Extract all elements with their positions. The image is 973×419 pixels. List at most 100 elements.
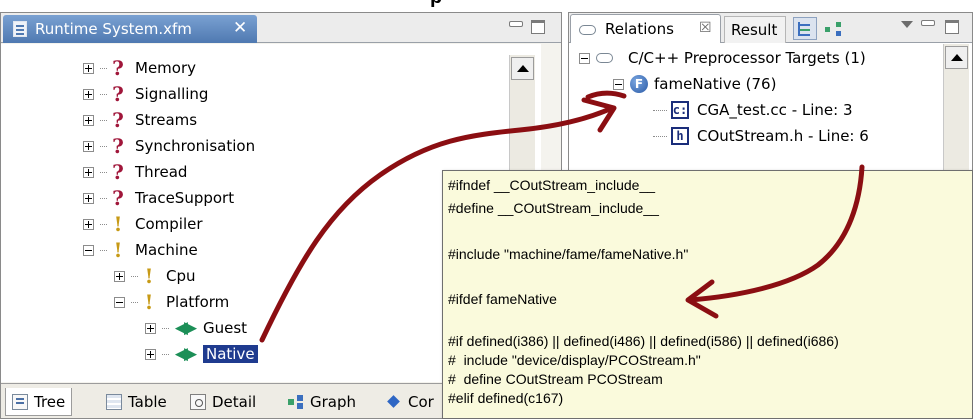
tree-item-label: Cpu xyxy=(166,267,196,285)
view-menu-icon[interactable] xyxy=(901,21,913,28)
expand-icon[interactable] xyxy=(83,62,94,74)
code-line: # include "device/display/PCOStream.h" xyxy=(448,352,701,368)
minimize-icon[interactable] xyxy=(509,21,523,27)
expand-icon[interactable] xyxy=(114,270,125,282)
tab-table[interactable]: Table xyxy=(99,388,174,416)
tree-item-label: TraceSupport xyxy=(135,189,235,207)
tab-label: Relations xyxy=(605,20,674,38)
tree-item[interactable]: ? Synchronisation xyxy=(83,133,255,159)
tree-item[interactable]: ! Cpu xyxy=(114,263,196,289)
tab-label: Tree xyxy=(34,392,66,411)
exclamation-icon: ! xyxy=(113,238,123,262)
tree-item[interactable]: ? Streams xyxy=(83,107,197,133)
tree-item[interactable]: ? Memory xyxy=(83,55,196,81)
exclamation-icon: ! xyxy=(113,212,123,236)
tree-item[interactable]: ! Compiler xyxy=(83,211,203,237)
scroll-up-arrow-icon[interactable] xyxy=(945,46,968,69)
collapse-icon[interactable] xyxy=(83,244,94,256)
diamond-icon xyxy=(386,394,402,410)
collapse-icon[interactable] xyxy=(579,52,590,64)
code-preview-popup: #ifndef __COutStream_include__ #define _… xyxy=(442,170,973,419)
tree-item-label: Platform xyxy=(166,293,230,311)
tab-title: Runtime System.xfm xyxy=(35,20,192,38)
tab-label: Result xyxy=(731,21,778,39)
expand-icon[interactable] xyxy=(83,88,94,100)
close-icon[interactable]: ✕ xyxy=(233,18,247,38)
expand-icon[interactable] xyxy=(83,166,94,178)
tree-item-label: Synchronisation xyxy=(135,137,256,155)
question-icon: ? xyxy=(112,134,124,158)
tree-item-label: Compiler xyxy=(135,215,203,233)
expand-icon[interactable] xyxy=(145,322,156,334)
tab-runtime-system[interactable]: Runtime System.xfm ✕ xyxy=(3,15,257,43)
expand-icon[interactable] xyxy=(83,140,94,152)
tree-item-label: Native xyxy=(203,345,258,363)
tree-item-label: C/C++ Preprocessor Targets (1) xyxy=(628,49,866,67)
question-icon: ? xyxy=(112,108,124,132)
expand-icon[interactable] xyxy=(83,114,94,126)
table-icon xyxy=(106,394,122,410)
file-icon xyxy=(13,21,27,37)
collapse-icon[interactable] xyxy=(613,78,624,90)
tree-item-selected[interactable]: ◀▶ Native xyxy=(145,341,258,367)
tree-item[interactable]: ? TraceSupport xyxy=(83,185,234,211)
question-icon: ? xyxy=(112,160,124,184)
tree-item[interactable]: ? Thread xyxy=(83,159,187,185)
tree-item-label: Guest xyxy=(203,319,248,337)
collapse-icon[interactable] xyxy=(114,296,125,308)
expand-icon[interactable] xyxy=(145,348,156,360)
tree-item[interactable]: ! Platform xyxy=(114,289,229,315)
tree-item[interactable]: ! Machine xyxy=(83,237,198,263)
scroll-up-arrow-icon[interactable] xyxy=(511,57,534,80)
code-line: #ifdef fameNative xyxy=(448,291,557,307)
relations-tab-bar: Relations ☒ Result xyxy=(569,13,972,43)
tab-tree[interactable]: Tree xyxy=(5,388,73,416)
tree-item-label: Thread xyxy=(135,163,188,181)
hierarchy-view-button[interactable] xyxy=(793,17,817,40)
tree-item-label: fameNative (76) xyxy=(654,75,777,93)
close-icon[interactable]: ☒ xyxy=(699,20,712,36)
graph-view-button[interactable] xyxy=(821,17,845,40)
tree-item[interactable]: h COutStream.h - Line: 6 xyxy=(653,124,869,148)
question-icon: ? xyxy=(112,186,124,210)
minimize-icon[interactable] xyxy=(921,20,935,26)
code-line: #define __COutStream_include__ xyxy=(448,200,659,216)
tree-item[interactable]: F fameNative (76) xyxy=(613,72,776,96)
hierarchy-icon xyxy=(798,22,812,36)
exclamation-icon: ! xyxy=(144,290,154,314)
diamond-arrows-icon: ◀▶ xyxy=(174,344,197,364)
tree-item-label: COutStream.h - Line: 6 xyxy=(697,127,869,145)
tree-item[interactable]: ? Signalling xyxy=(83,81,208,107)
tab-cor[interactable]: Cor xyxy=(379,388,441,416)
expand-icon[interactable] xyxy=(83,218,94,230)
tree-item[interactable]: C/C++ Preprocessor Targets (1) xyxy=(579,46,866,70)
tree-icon xyxy=(12,393,28,410)
tab-label: Detail xyxy=(212,393,257,411)
tree-item[interactable]: ◀▶ Guest xyxy=(145,315,247,341)
maximize-icon[interactable] xyxy=(945,20,959,34)
expand-icon[interactable] xyxy=(83,192,94,204)
graph-icon xyxy=(288,394,304,410)
tree-item-label: Machine xyxy=(135,241,198,259)
detail-icon xyxy=(190,394,206,410)
tab-relations[interactable]: Relations ☒ xyxy=(570,14,721,43)
relations-tree: C/C++ Preprocessor Targets (1) F fameNat… xyxy=(569,44,939,184)
tab-graph[interactable]: Graph xyxy=(281,388,363,416)
tree-item[interactable]: c: CGA_test.cc - Line: 3 xyxy=(653,98,853,122)
cpp-file-icon: c: xyxy=(671,101,689,119)
question-icon: ? xyxy=(112,82,124,106)
header-file-icon: h xyxy=(671,127,689,145)
exclamation-icon: ! xyxy=(144,264,154,288)
code-line: #ifndef __COutStream_include__ xyxy=(448,177,656,193)
f-icon: F xyxy=(630,75,648,93)
tab-label: Cor xyxy=(408,393,434,411)
vertical-scrollbar[interactable] xyxy=(943,44,969,184)
tab-detail[interactable]: Detail xyxy=(183,388,263,416)
code-line: # define COutStream PCOStream xyxy=(448,371,663,387)
maximize-icon[interactable] xyxy=(531,20,545,34)
tab-label: Graph xyxy=(310,393,357,411)
graph-icon xyxy=(825,22,843,36)
tab-result[interactable]: Result xyxy=(724,16,786,43)
code-line: #include "machine/fame/fameNative.h" xyxy=(448,246,689,262)
question-icon: ? xyxy=(112,56,124,80)
